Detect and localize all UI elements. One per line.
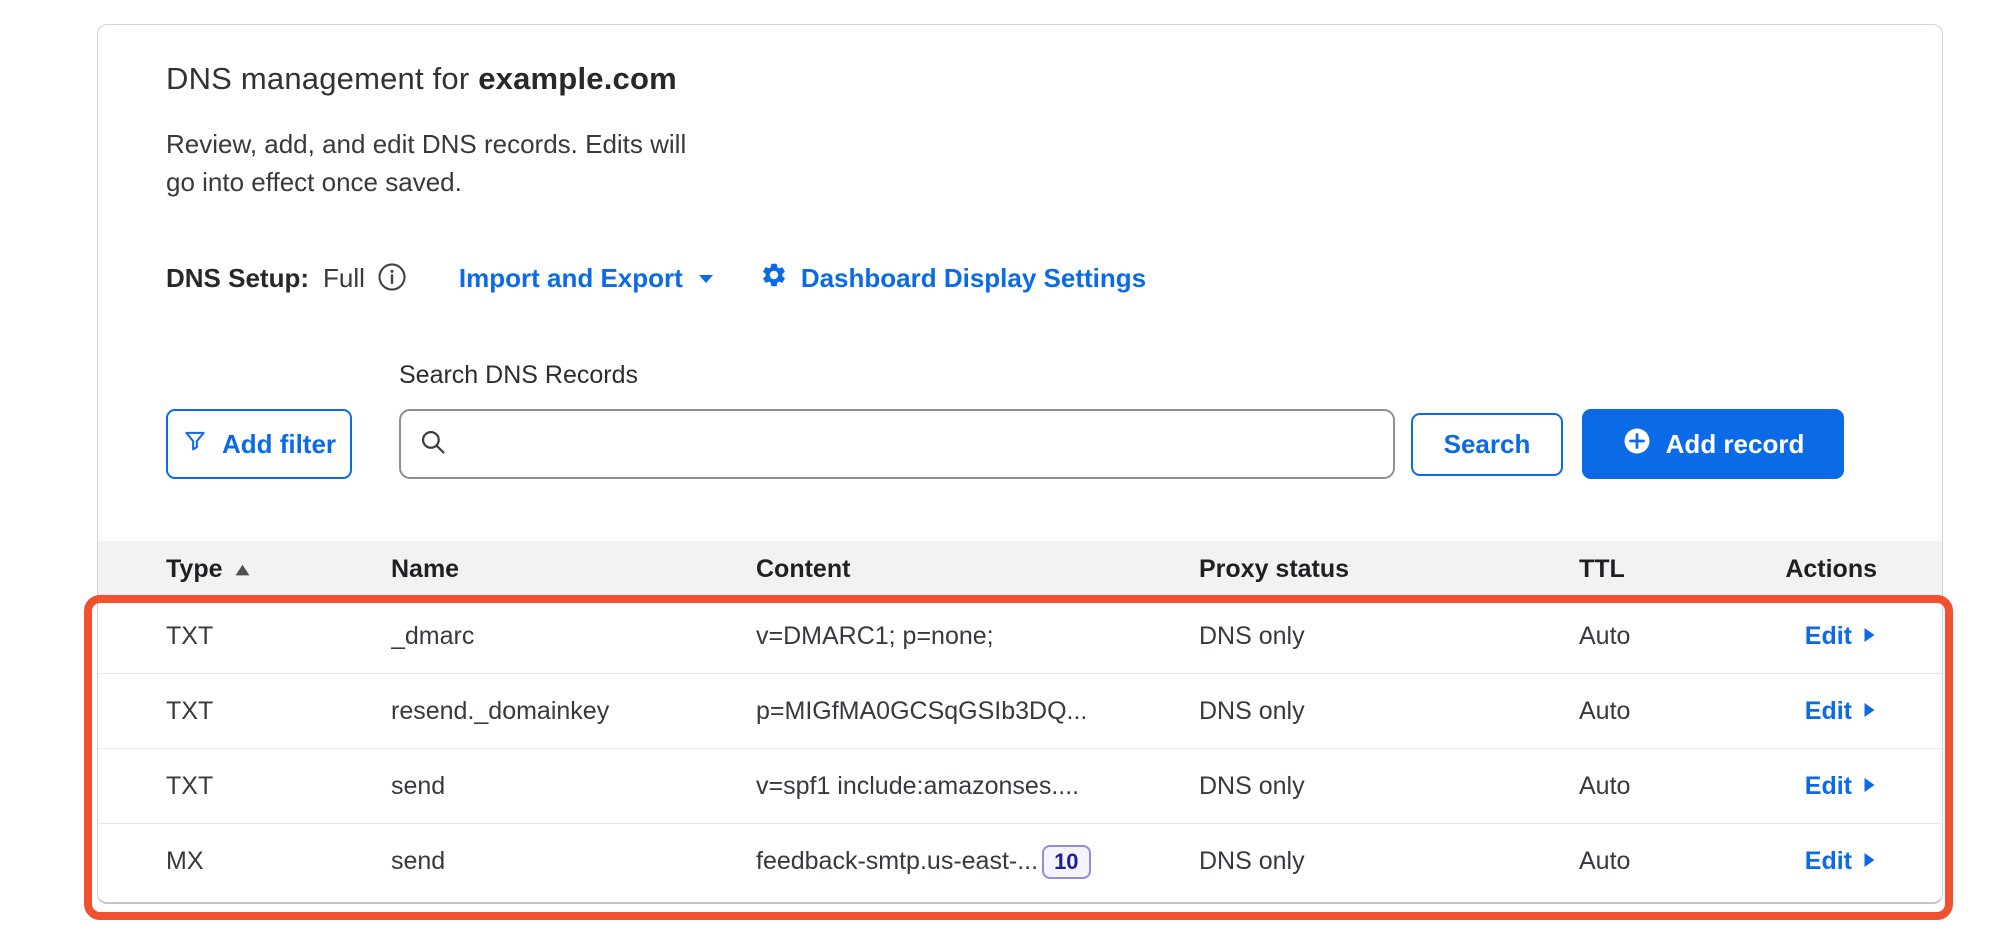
import-export-label: Import and Export — [459, 263, 683, 294]
edit-record-link[interactable]: Edit — [1805, 622, 1877, 651]
dashboard-display-settings-label: Dashboard Display Settings — [801, 263, 1146, 294]
cell-proxy-status: DNS only — [1199, 772, 1579, 801]
cell-content: p=MIGfMA0GCSqGSIb3DQ... — [756, 697, 1199, 726]
dns-setup-value: Full — [323, 263, 365, 294]
edit-link-label: Edit — [1805, 622, 1852, 651]
search-input[interactable] — [461, 414, 1375, 474]
chevron-right-icon — [1862, 772, 1877, 801]
page-subtitle: Review, add, and edit DNS records. Edits… — [166, 125, 686, 201]
edit-link-label: Edit — [1805, 847, 1852, 876]
add-filter-label: Add filter — [222, 429, 336, 460]
mx-priority-badge: 10 — [1042, 845, 1090, 879]
chevron-right-icon — [1862, 697, 1877, 726]
edit-record-link[interactable]: Edit — [1805, 697, 1877, 726]
search-button-label: Search — [1444, 429, 1531, 460]
dns-management-card: DNS management for example.com Review, a… — [97, 24, 1943, 904]
cell-name: resend._domainkey — [391, 697, 756, 726]
cell-type: TXT — [98, 772, 391, 801]
gear-icon — [760, 261, 788, 296]
search-field-label: Search DNS Records — [399, 361, 638, 390]
record-content-text: v=DMARC1; p=none; — [756, 622, 994, 651]
table-header-row: Type Name Content Proxy status TTL Actio… — [98, 541, 1942, 599]
column-header-content[interactable]: Content — [756, 555, 1199, 584]
sort-ascending-icon — [234, 555, 251, 584]
dashboard-display-settings-link[interactable]: Dashboard Display Settings — [760, 261, 1146, 296]
edit-link-label: Edit — [1805, 772, 1852, 801]
cell-content: v=DMARC1; p=none; — [756, 622, 1199, 651]
cell-ttl: Auto — [1579, 622, 1769, 651]
cell-name: _dmarc — [391, 622, 756, 651]
chevron-down-icon — [696, 263, 716, 294]
cell-actions: Edit — [1769, 697, 1942, 726]
cell-actions: Edit — [1769, 847, 1942, 876]
cell-name: send — [391, 847, 756, 876]
column-header-ttl[interactable]: TTL — [1579, 555, 1769, 584]
add-record-label: Add record — [1666, 429, 1805, 460]
search-button[interactable]: Search — [1411, 413, 1563, 476]
page-title-prefix: DNS management for — [166, 61, 478, 96]
dns-setup-label: DNS Setup: — [166, 263, 309, 294]
table-row: TXT send v=spf1 include:amazonses.... DN… — [98, 749, 1942, 824]
column-header-name[interactable]: Name — [391, 555, 756, 584]
import-export-menu[interactable]: Import and Export — [459, 263, 716, 294]
cell-type: TXT — [98, 697, 391, 726]
dns-setup-info-button[interactable] — [377, 262, 407, 295]
cell-actions: Edit — [1769, 772, 1942, 801]
cell-content: v=spf1 include:amazonses.... — [756, 772, 1199, 801]
cell-name: send — [391, 772, 756, 801]
record-content-text: v=spf1 include:amazonses.... — [756, 772, 1079, 801]
column-header-type-label: Type — [166, 555, 223, 584]
search-icon — [419, 428, 447, 461]
page-title-domain: example.com — [478, 61, 677, 96]
column-header-type[interactable]: Type — [98, 555, 391, 584]
cell-proxy-status: DNS only — [1199, 697, 1579, 726]
cell-actions: Edit — [1769, 622, 1942, 651]
cell-type: MX — [98, 847, 391, 876]
chevron-right-icon — [1862, 847, 1877, 876]
column-header-actions: Actions — [1769, 555, 1942, 584]
cell-ttl: Auto — [1579, 697, 1769, 726]
page-title: DNS management for example.com — [166, 61, 677, 97]
cell-proxy-status: DNS only — [1199, 622, 1579, 651]
table-row: TXT resend._domainkey p=MIGfMA0GCSqGSIb3… — [98, 674, 1942, 749]
record-content-text: p=MIGfMA0GCSqGSIb3DQ... — [756, 697, 1087, 726]
dns-records-table: Type Name Content Proxy status TTL Actio… — [98, 541, 1942, 899]
table-row: TXT _dmarc v=DMARC1; p=none; DNS only Au… — [98, 599, 1942, 674]
edit-link-label: Edit — [1805, 697, 1852, 726]
record-content-text: feedback-smtp.us-east-... — [756, 847, 1038, 876]
cell-proxy-status: DNS only — [1199, 847, 1579, 876]
plus-circle-icon — [1622, 426, 1652, 463]
table-row: MX send feedback-smtp.us-east-... 10 DNS… — [98, 824, 1942, 899]
cell-content: feedback-smtp.us-east-... 10 — [756, 845, 1199, 879]
edit-record-link[interactable]: Edit — [1805, 847, 1877, 876]
edit-record-link[interactable]: Edit — [1805, 772, 1877, 801]
cell-type: TXT — [98, 622, 391, 651]
add-record-button[interactable]: Add record — [1582, 409, 1844, 479]
column-header-proxy-status[interactable]: Proxy status — [1199, 555, 1579, 584]
chevron-right-icon — [1862, 622, 1877, 651]
dns-setup-row: DNS Setup: Full Import and Export — [166, 261, 1146, 296]
info-icon — [377, 262, 407, 295]
cell-ttl: Auto — [1579, 772, 1769, 801]
filter-icon — [182, 428, 208, 461]
cell-ttl: Auto — [1579, 847, 1769, 876]
search-input-wrapper — [399, 409, 1395, 479]
add-filter-button[interactable]: Add filter — [166, 409, 352, 479]
